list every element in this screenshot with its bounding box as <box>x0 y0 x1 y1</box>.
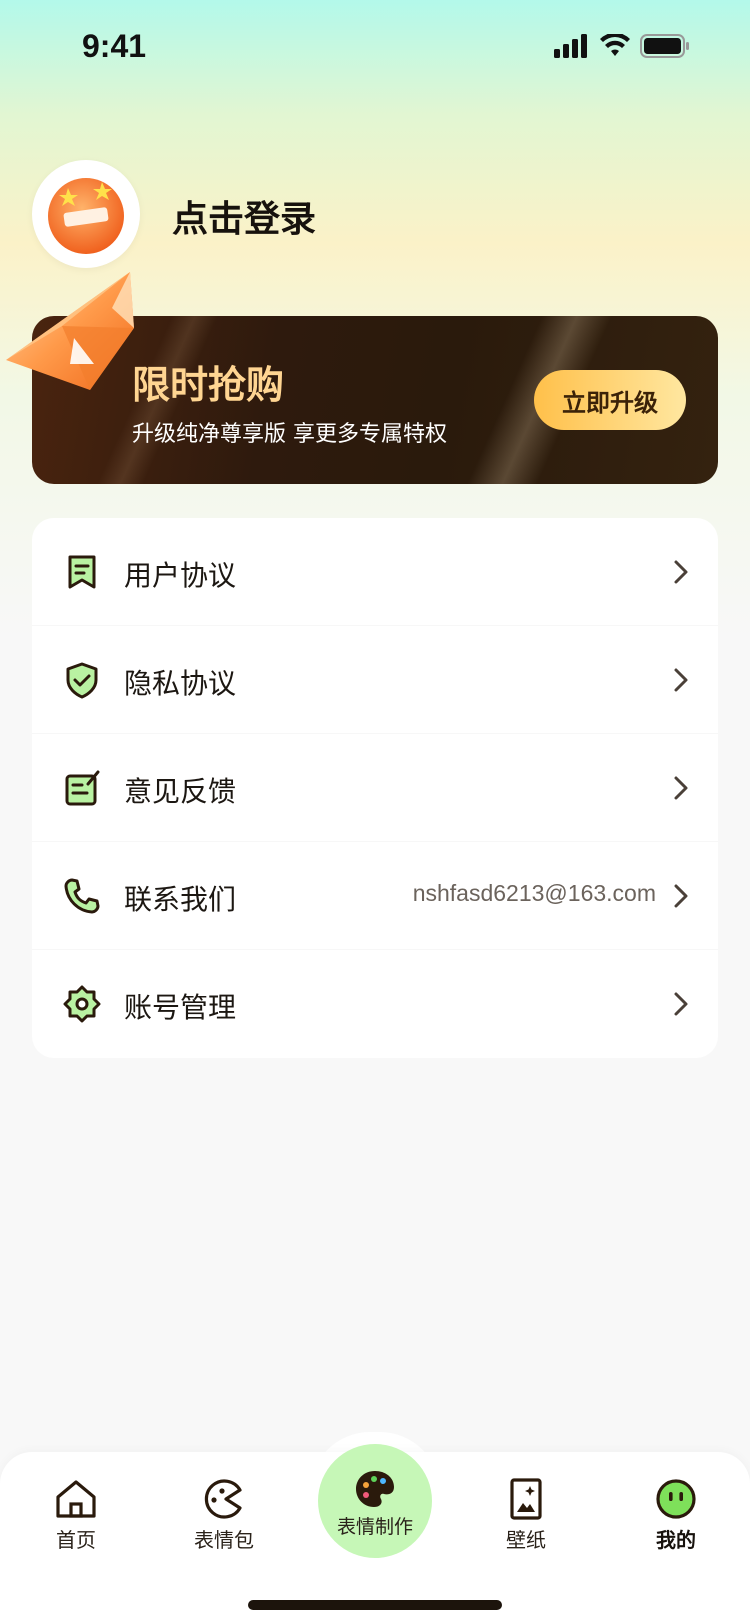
gear-icon <box>63 985 101 1023</box>
smiley-icon <box>656 1479 696 1519</box>
tab-profile[interactable]: 我的 <box>626 1478 726 1553</box>
chevron-right-icon <box>674 776 688 800</box>
feedback-edit-icon <box>65 770 100 806</box>
bookmark-document-icon <box>68 555 96 589</box>
palette-icon <box>356 1471 394 1507</box>
chevron-right-icon <box>674 560 688 584</box>
menu-item-label: 账号管理 <box>124 991 237 1024</box>
menu-item-user-agreement[interactable]: 用户协议 <box>32 518 718 626</box>
login-prompt[interactable]: 点击登录 <box>172 190 316 242</box>
menu-item-label: 意见反馈 <box>124 775 237 808</box>
contact-email: nshfasd6213@163.com <box>412 880 656 906</box>
tab-label: 表情制作 <box>336 1516 413 1538</box>
diamond-icon <box>6 272 134 390</box>
status-time: 9:41 <box>82 28 147 64</box>
tab-sticker-maker[interactable]: 表情制作 <box>318 1444 432 1558</box>
tab-label: 壁纸 <box>506 1528 546 1552</box>
status-icons <box>554 34 690 58</box>
tab-stickers[interactable]: 表情包 <box>174 1478 274 1553</box>
signal-icon <box>554 34 587 58</box>
tab-wallpaper[interactable]: 壁纸 <box>476 1478 576 1553</box>
menu-item-account-management[interactable]: 账号管理 <box>32 950 718 1058</box>
settings-menu: 用户协议 隐私协议 意见反馈 联系我们 nshfasd6213@163.com … <box>32 518 718 1058</box>
wifi-icon <box>600 34 630 56</box>
tab-home[interactable]: 首页 <box>26 1478 126 1553</box>
menu-item-contact-us[interactable]: 联系我们 nshfasd6213@163.com <box>32 842 718 950</box>
home-icon <box>56 1480 96 1518</box>
chevron-right-icon <box>674 884 688 908</box>
home-indicator[interactable] <box>248 1600 502 1610</box>
promo-title: 限时抢购 <box>132 363 285 407</box>
tab-label: 首页 <box>56 1528 96 1552</box>
menu-item-label: 隐私协议 <box>124 667 237 700</box>
promo-subtitle: 升级纯净尊享版 享更多专属特权 <box>132 422 447 447</box>
shield-check-icon <box>66 662 98 699</box>
chevron-right-icon <box>674 668 688 692</box>
menu-item-feedback[interactable]: 意见反馈 <box>32 734 718 842</box>
menu-item-label: 联系我们 <box>124 883 237 916</box>
upgrade-button[interactable]: 立即升级 <box>534 370 686 430</box>
wallpaper-icon <box>510 1478 542 1520</box>
status-bar: 9:41 <box>0 0 750 100</box>
emoji-avatar-icon <box>48 178 124 254</box>
pacman-icon <box>204 1479 242 1519</box>
avatar[interactable] <box>32 160 140 268</box>
battery-icon <box>640 34 689 58</box>
menu-item-privacy-agreement[interactable]: 隐私协议 <box>32 626 718 734</box>
tab-label: 表情包 <box>194 1528 254 1552</box>
menu-item-label: 用户协议 <box>124 559 237 592</box>
chevron-right-icon <box>674 992 688 1016</box>
phone-icon <box>64 878 100 914</box>
tab-label: 我的 <box>656 1528 696 1552</box>
